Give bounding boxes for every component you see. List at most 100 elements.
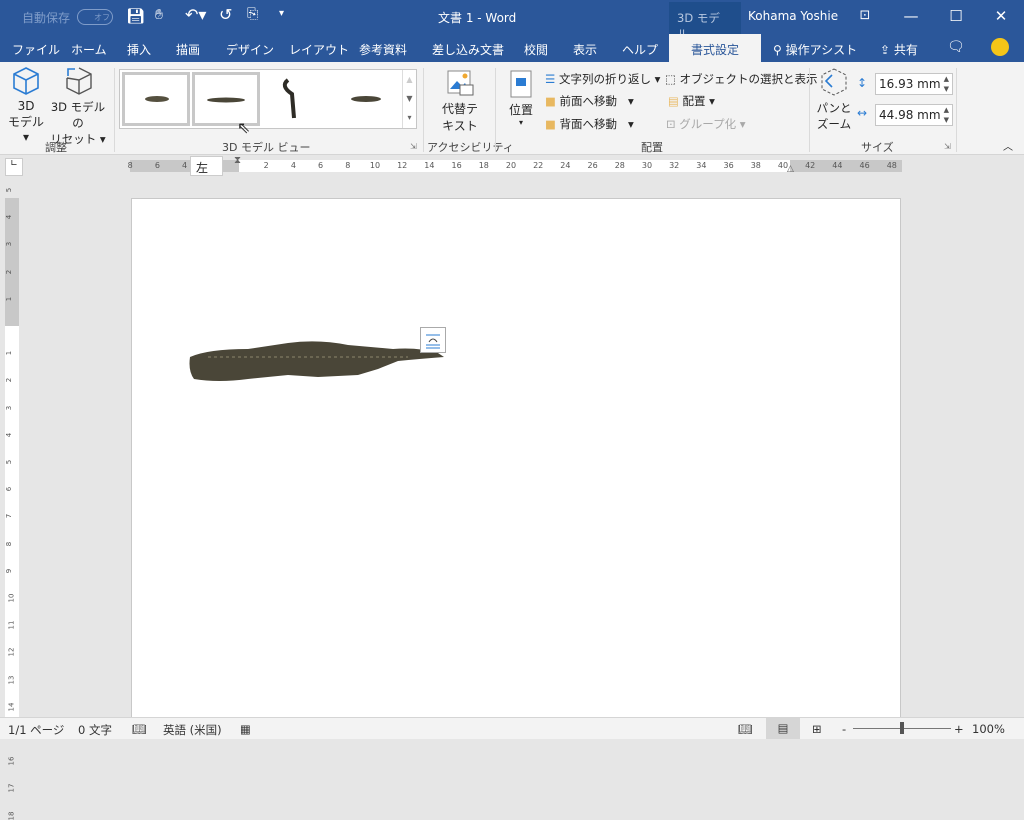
gallery-more-icon[interactable]: ▾: [403, 108, 416, 127]
undo-icon[interactable]: ↶▾: [185, 5, 206, 24]
3d-model-views-gallery: ▲ ▼ ▾: [119, 69, 417, 129]
dialog-launcher-icon[interactable]: ⇲: [410, 142, 417, 151]
crocodile-thumbnail: [282, 78, 296, 119]
close-button[interactable]: ✕: [978, 0, 1024, 34]
send-backward-button[interactable]: ■ 背面へ移動 ▾: [545, 116, 634, 132]
3d-model-button[interactable]: 3D モデル ▾: [8, 66, 44, 144]
vertical-ruler[interactable]: [5, 198, 19, 717]
save-icon[interactable]: 💾︎: [126, 7, 145, 25]
macro-icon[interactable]: ▦: [240, 722, 251, 736]
redo-icon[interactable]: ↺: [219, 5, 232, 24]
align-button[interactable]: ▤ 配置 ▾: [668, 93, 715, 109]
vruler-label: 1: [5, 296, 14, 302]
right-indent-marker[interactable]: △: [787, 164, 794, 174]
tab-insert[interactable]: 挿入: [127, 41, 151, 58]
customize-qat-icon[interactable]: ▾: [279, 8, 284, 19]
layout-options-button[interactable]: [420, 327, 446, 353]
proofing-icon[interactable]: 📖︎: [132, 722, 147, 736]
vruler-label: 14: [7, 702, 16, 712]
share-button[interactable]: ⇪ 共有: [880, 41, 918, 58]
vruler-label: 12: [7, 647, 16, 657]
tab-mailings[interactable]: 差し込み文書: [432, 41, 504, 58]
bring-forward-button[interactable]: ■ 前面へ移動 ▾: [545, 93, 634, 109]
position-icon: [510, 70, 532, 98]
maximize-button[interactable]: ☐: [933, 0, 979, 34]
height-icon: ↕: [857, 76, 868, 90]
ruler-label: 12: [397, 161, 408, 170]
zoom-level[interactable]: 100%: [972, 722, 1005, 736]
ruler-label: 6: [154, 161, 160, 170]
tab-draw[interactable]: 描画: [176, 41, 200, 58]
pan-zoom-button[interactable]: パンと ズーム: [815, 67, 853, 137]
web-layout-icon[interactable]: ⊞: [812, 722, 822, 736]
gallery-view-3[interactable]: [262, 72, 330, 126]
zoom-slider-thumb[interactable]: [900, 722, 904, 734]
read-mode-icon[interactable]: 📖︎: [738, 722, 753, 736]
user-name[interactable]: Kohama Yoshie: [748, 9, 838, 23]
crocodile-thumbnail: [207, 97, 245, 103]
tab-home[interactable]: ホーム: [71, 41, 107, 58]
ribbon-display-options-icon[interactable]: ⊡: [842, 0, 888, 34]
wrap-text-button[interactable]: ☰ 文字列の折り返し ▾: [545, 71, 660, 87]
tab-references[interactable]: 参考資料: [359, 41, 407, 58]
tab-selector[interactable]: ∟: [5, 158, 23, 176]
ruler-label: 18: [478, 161, 489, 170]
vruler-label: 5: [5, 459, 14, 465]
autosave-label: 自動保存: [22, 11, 71, 25]
vruler-label: 3: [5, 242, 14, 247]
ruler-label: 32: [669, 161, 680, 170]
crocodile-thumbnail: [351, 96, 381, 102]
tab-format[interactable]: 書式設定: [669, 34, 762, 62]
gallery-view-1[interactable]: [122, 72, 190, 126]
height-field[interactable]: 16.93 mm ▲ ▼: [875, 73, 953, 95]
width-spinner[interactable]: ▲ ▼: [944, 105, 949, 125]
tab-view[interactable]: 表示: [573, 41, 597, 58]
tab-help[interactable]: ヘルプ: [622, 41, 658, 58]
group-label-3d-model-views: 3D モデル ビュー: [222, 141, 311, 154]
tab-file[interactable]: ファイル: [12, 41, 60, 58]
collapse-ribbon-icon[interactable]: ︿: [1003, 138, 1013, 153]
format-painter-icon[interactable]: ⎘: [247, 6, 258, 22]
position-button[interactable]: 位置 ▾: [506, 70, 536, 136]
ruler-label: 30: [641, 161, 653, 170]
reset-3d-model-button[interactable]: 3D モデルの リセット ▾: [47, 66, 109, 146]
zoom-out-button[interactable]: -: [842, 722, 846, 736]
touch-mode-icon[interactable]: ✋︎: [155, 7, 163, 23]
ruler-label: 8: [345, 161, 351, 170]
crocodile-thumbnail: [145, 96, 169, 102]
size-dialog-launcher-icon[interactable]: ⇲: [944, 142, 951, 151]
vruler-label: 9: [5, 568, 14, 574]
scroll-down-icon[interactable]: ▼: [403, 89, 416, 108]
ruler-label: 2: [263, 161, 269, 170]
tell-me-search[interactable]: ⚲ 操作アシスト: [773, 41, 857, 58]
autosave-toggle[interactable]: オフ: [77, 9, 113, 25]
word-count[interactable]: 0 文字: [78, 722, 112, 738]
scroll-up-icon[interactable]: ▲: [403, 70, 416, 89]
gallery-scroll[interactable]: ▲ ▼ ▾: [402, 70, 416, 128]
indent-marker[interactable]: ⧗: [234, 155, 241, 166]
ribbon-tabs: ファイル ホーム 挿入 描画 デザイン レイアウト 参考資料 差し込み文書 校閲…: [0, 34, 1024, 62]
tab-design[interactable]: デザイン: [226, 41, 274, 58]
page-count[interactable]: 1/1 ページ: [8, 722, 64, 738]
language[interactable]: 英語 (米国): [163, 722, 222, 738]
comments-icon[interactable]: 🗨︎: [947, 39, 965, 55]
gallery-view-4[interactable]: [332, 72, 400, 126]
selection-pane-button[interactable]: ⬚ オブジェクトの選択と表示: [665, 71, 818, 87]
zoom-in-button[interactable]: +: [954, 722, 964, 736]
tab-layout[interactable]: レイアウト: [289, 41, 349, 58]
print-layout-icon[interactable]: ▤: [766, 718, 800, 739]
crocodile-3d-model[interactable]: [188, 335, 448, 385]
vruler-label: 4: [5, 432, 14, 438]
ruler-label: 34: [696, 161, 707, 170]
vruler-label: 5: [5, 187, 14, 193]
document-page[interactable]: [131, 198, 901, 718]
smiley-feedback-icon[interactable]: [991, 38, 1009, 56]
reset-cube-icon: [66, 67, 92, 95]
cube-icon: [13, 67, 39, 95]
height-spinner[interactable]: ▲ ▼: [944, 74, 949, 94]
alt-text-button[interactable]: 代替テ キスト: [438, 69, 482, 135]
minimize-button[interactable]: —: [888, 0, 934, 34]
tab-review[interactable]: 校閲: [524, 41, 548, 58]
ruler-label: 4: [290, 161, 296, 170]
width-field[interactable]: 44.98 mm ▲ ▼: [875, 104, 953, 126]
